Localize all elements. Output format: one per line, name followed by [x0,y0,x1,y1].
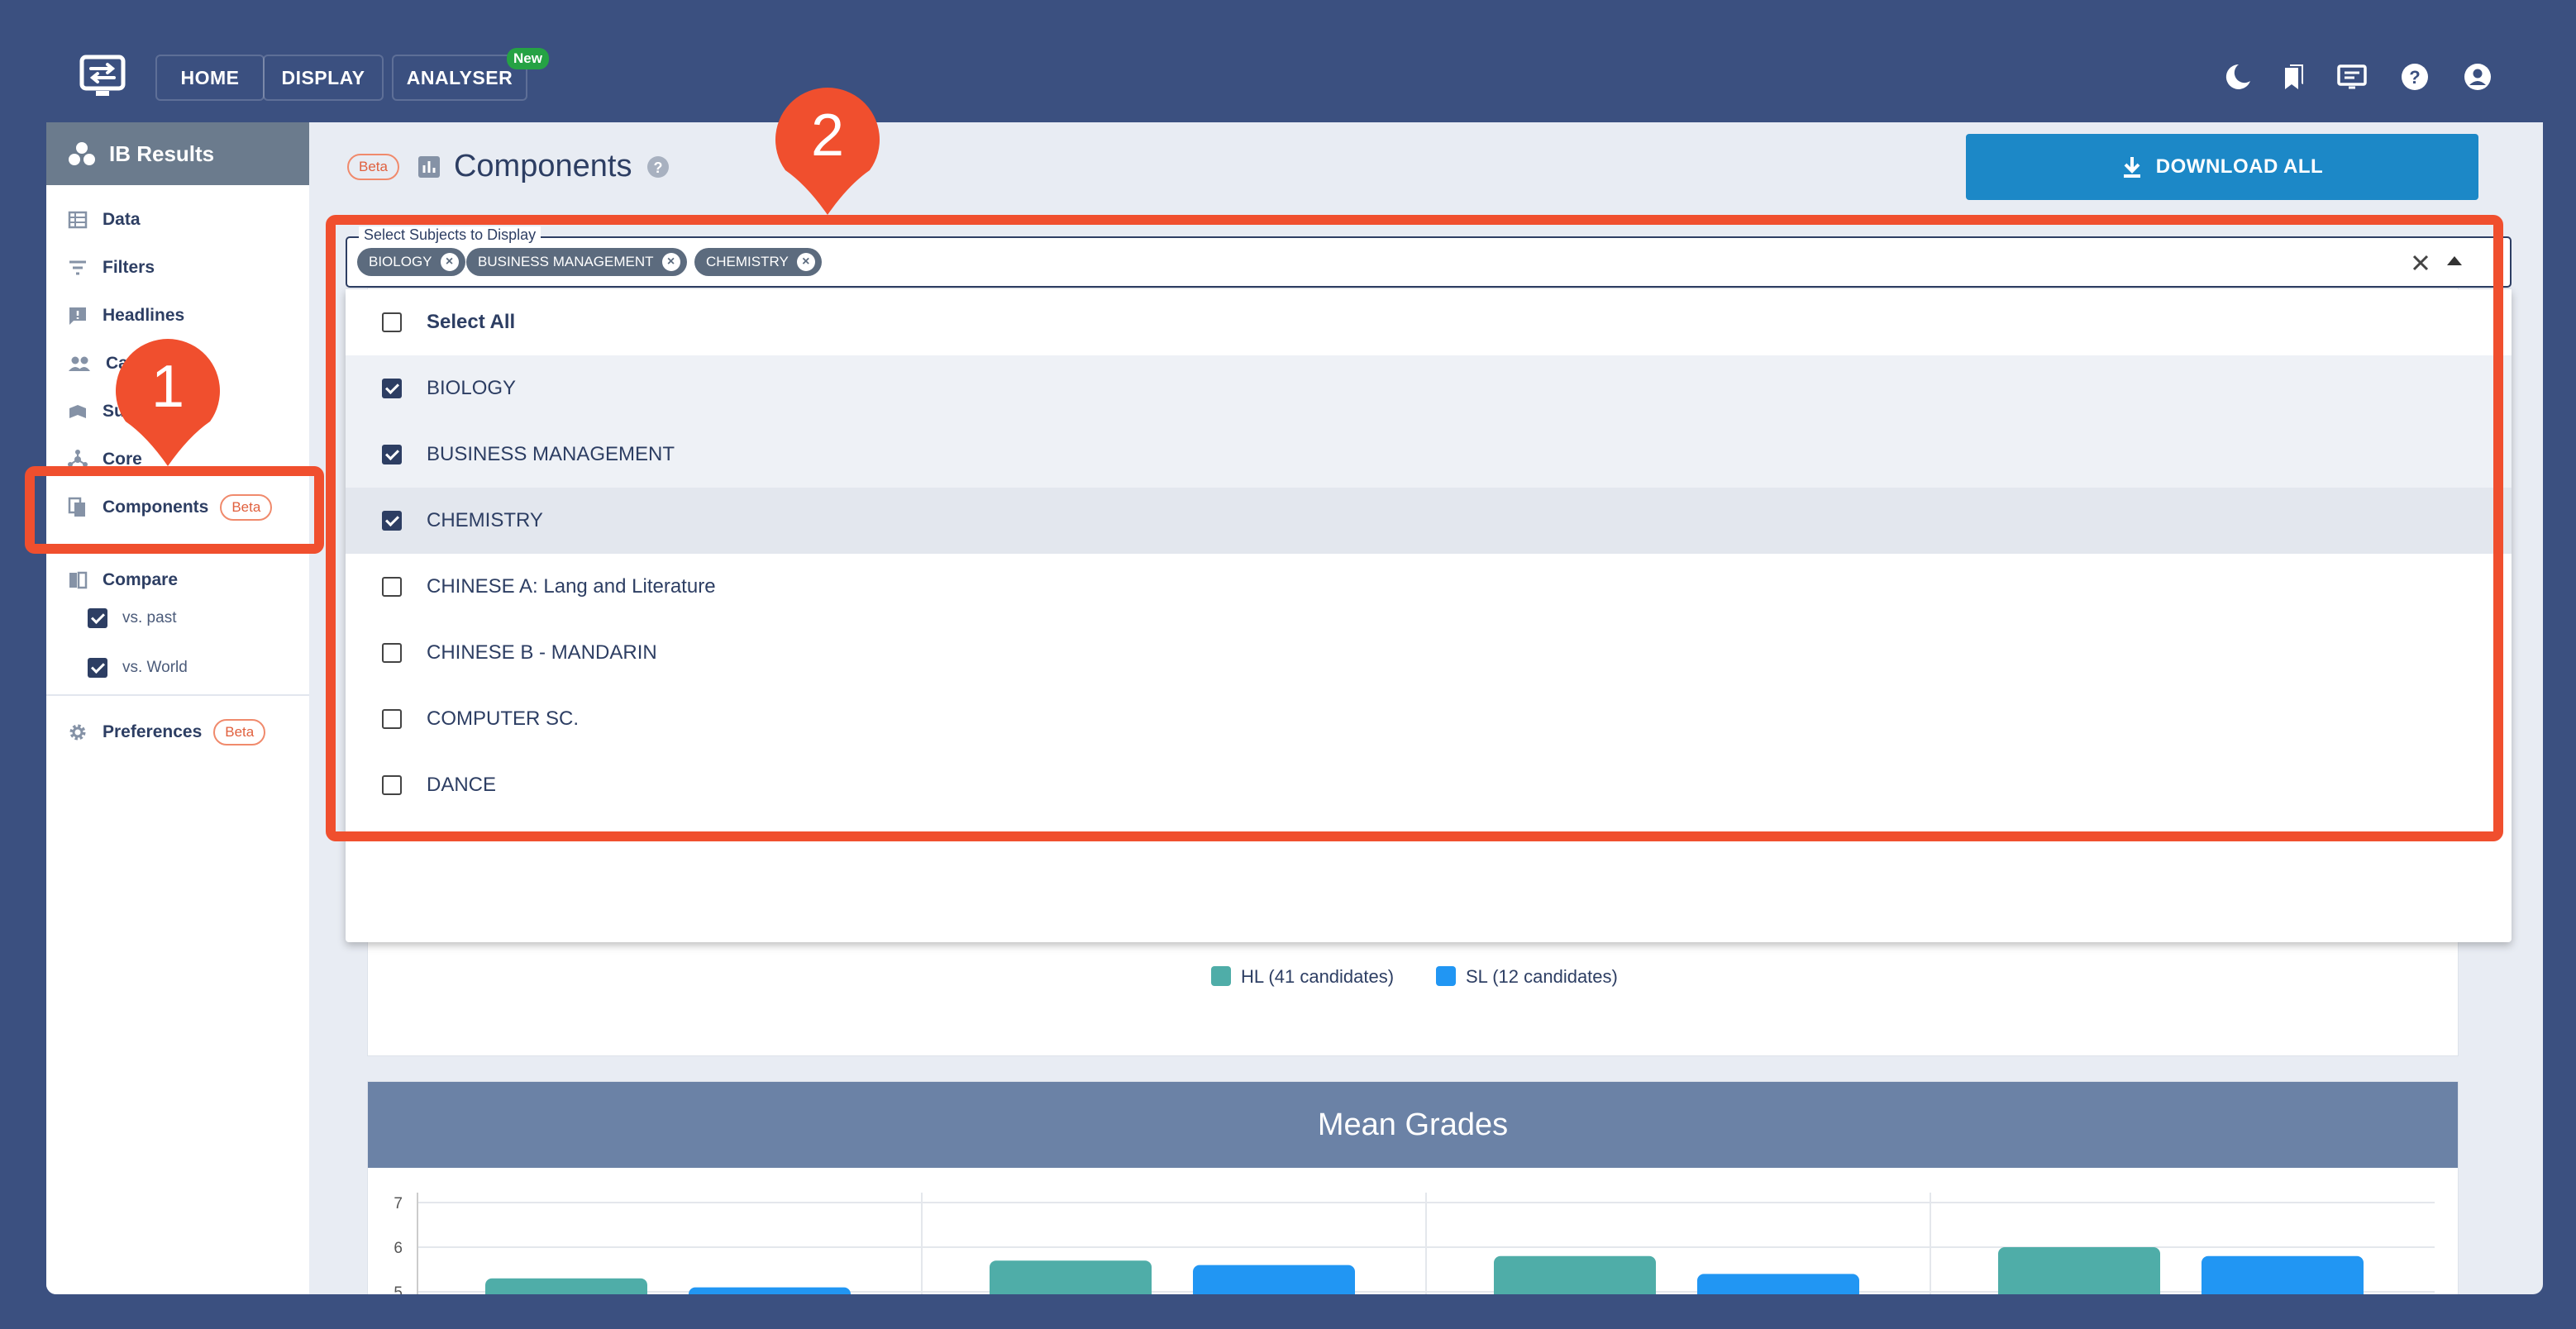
sidebar-item-data[interactable]: Data [68,203,141,236]
bubbles-icon [69,142,95,165]
hl-bar [485,1278,647,1294]
book-icon [69,405,86,418]
sl-bar [689,1287,851,1294]
annotation-marker-1: 1 [116,339,220,466]
filter-icon [69,260,86,275]
moon-icon[interactable] [2222,61,2254,93]
account-icon[interactable] [2462,61,2493,93]
legend-label: SL (12 candidates) [1466,966,1618,987]
annotation-highlight-2 [326,215,2503,841]
annotation-marker-1-number: 1 [151,354,184,420]
svg-text:?: ? [654,160,663,176]
legend-label: HL (41 candidates) [1241,966,1394,987]
checkbox-checked[interactable] [88,658,107,678]
sidebar-item-label: Preferences [103,722,203,741]
sidebar-item-filters[interactable]: Filters [68,251,155,284]
bar-chart-icon [417,155,440,178]
sidebar-item-label: Data [103,210,141,229]
sidebar-item-label: Compare [103,570,179,589]
sidebar: IB Results Data Filters Headlines Ca Su … [46,122,309,1294]
nav-display-button[interactable]: DISPLAY [263,55,384,101]
nav-analyser-label: ANALYSER [406,66,513,88]
sidebar-item-label: Headlines [103,306,185,325]
beta-badge: Beta [213,719,266,745]
nav-analyser-button[interactable]: ANALYSER New [392,48,549,101]
sidebar-item-preferences[interactable]: Preferences Beta [68,716,266,749]
mean-grades-card: Mean Grades 5 6 7 [367,1081,2459,1294]
download-all-label: DOWNLOAD ALL [2155,155,2324,178]
sidebar-item-headlines[interactable]: Headlines [68,299,184,332]
app-logo-icon[interactable] [79,53,126,99]
divider [46,694,309,696]
help-icon[interactable]: ? [646,155,670,179]
sl-bar [1697,1274,1859,1294]
page-header: Beta Components ? [347,149,670,184]
sidebar-item-label: Filters [103,258,155,277]
sl-bar [1193,1265,1355,1294]
nav-home-button[interactable]: HOME [155,55,265,101]
y-tick-label: 5 [394,1284,403,1294]
help-icon[interactable]: ? [2399,61,2431,93]
people-icon [69,356,90,371]
checkbox-checked[interactable] [88,608,107,628]
hl-bar [990,1260,1152,1294]
svg-text:?: ? [2409,67,2420,88]
annotation-marker-2-number: 2 [811,102,844,169]
sl-bar [2202,1255,2364,1294]
hl-bar [1998,1247,2160,1294]
compare-icon [69,571,88,589]
legend-swatch [1211,966,1231,986]
checkbox-label: vs. World [122,659,188,676]
table-icon [68,211,88,229]
annotation-marker-2: 2 [775,88,880,215]
sidebar-header: IB Results [46,122,309,185]
compare-vs-world[interactable]: vs. World [88,658,188,678]
y-tick-label: 7 [394,1195,403,1212]
legend-swatch [1436,966,1456,986]
page-title: Components [453,149,632,183]
alert-icon [69,307,86,325]
hl-bar [1494,1255,1656,1294]
download-all-button[interactable]: DOWNLOAD ALL [1966,134,2478,200]
gear-icon [69,724,86,741]
beta-badge: Beta [347,153,399,180]
checkbox-label: vs. past [122,609,177,626]
mean-grades-chart: 5 6 7 [394,1193,2435,1294]
top-bar: HOME DISPLAY ANALYSER New ? [46,0,2543,122]
y-tick-label: 6 [394,1240,403,1257]
download-icon [2123,157,2140,178]
annotation-highlight-1 [25,466,324,554]
new-badge: New [507,48,549,69]
compare-vs-past[interactable]: vs. past [88,608,176,628]
bookmarks-icon[interactable] [2278,61,2310,93]
sidebar-item-compare[interactable]: Compare [68,564,178,597]
presentation-icon[interactable] [2336,61,2368,93]
sidebar-title: IB Results [109,141,215,166]
mean-grades-title: Mean Grades [368,1082,2458,1168]
